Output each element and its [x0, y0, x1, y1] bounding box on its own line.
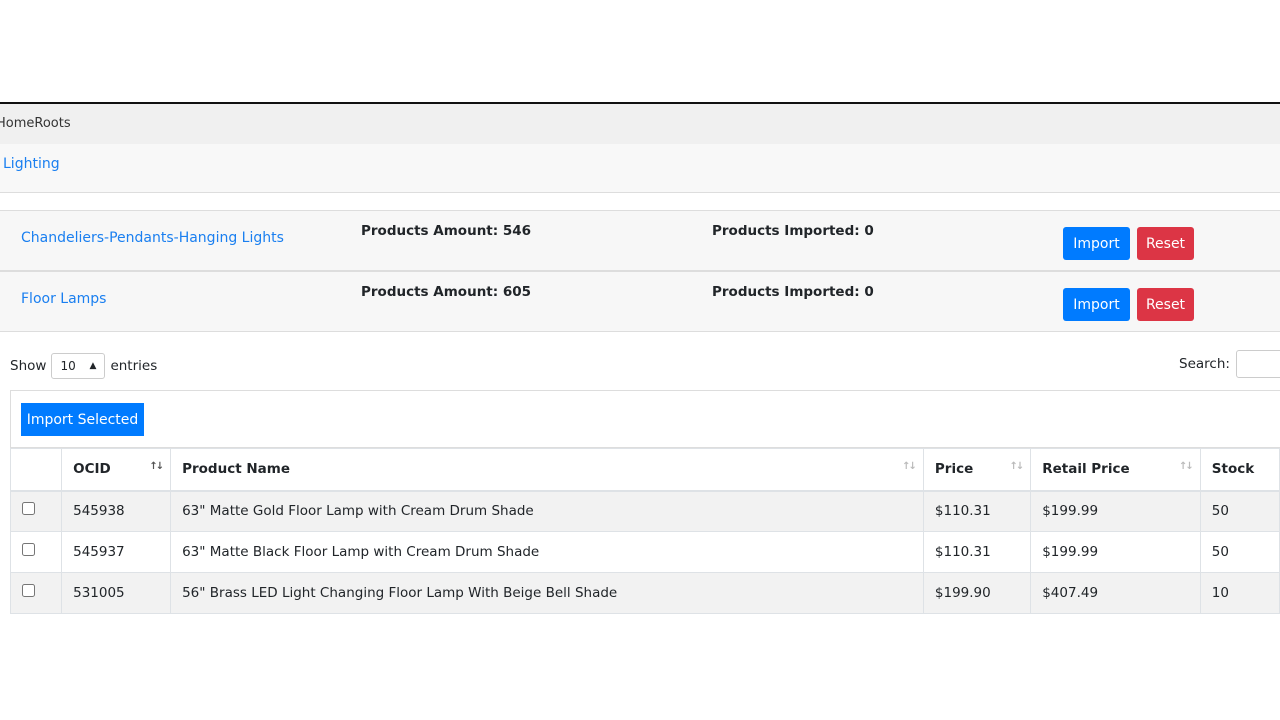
row-checkbox-cell: [9, 531, 63, 573]
select-column-header: [9, 448, 63, 492]
column-header-ocid[interactable]: OCID ↑↓: [61, 448, 172, 492]
row-checkbox[interactable]: [22, 584, 35, 597]
import-button[interactable]: Import: [1063, 227, 1130, 260]
brand-name: HomeRoots: [0, 116, 71, 131]
entries-value: 10: [60, 359, 76, 373]
subcategory-link[interactable]: Chandeliers-Pendants-Hanging Lights: [21, 230, 284, 246]
row-checkbox-cell: [9, 572, 63, 614]
column-header-product-name[interactable]: Product Name ↑↓: [170, 448, 924, 492]
column-header-retail-price[interactable]: Retail Price ↑↓: [1030, 448, 1201, 492]
entries-select[interactable]: 10 ▲: [51, 353, 106, 379]
cell-stock: 50: [1199, 490, 1280, 532]
sort-icon: ↑↓: [1009, 461, 1024, 472]
sort-icon: ↑↓: [149, 461, 164, 472]
cell-ocid: 545938: [61, 490, 172, 532]
cell-retail: $407.49: [1030, 572, 1201, 614]
reset-button[interactable]: Reset: [1137, 227, 1194, 260]
products-table: OCID ↑↓ Product Name ↑↓ Price ↑↓ Retail Pri…: [9, 448, 1280, 614]
row-checkbox-cell: [9, 490, 63, 532]
sort-icon: ↑↓: [902, 461, 917, 472]
reset-button[interactable]: Reset: [1137, 288, 1194, 321]
cell-price: $110.31: [922, 531, 1032, 573]
cell-stock: 10: [1199, 572, 1280, 614]
cell-name: 63" Matte Black Floor Lamp with Cream Dr…: [170, 531, 924, 573]
import-selected-button[interactable]: Import Selected: [21, 403, 144, 436]
search-control: Search:: [1179, 350, 1280, 378]
subcategory-row: Chandeliers-Pendants-Hanging Lights Prod…: [0, 210, 1280, 271]
row-checkbox[interactable]: [22, 543, 35, 556]
subcategory-row: Floor Lamps Products Amount: 605 Product…: [0, 271, 1280, 332]
cell-retail: $199.99: [1030, 490, 1201, 532]
bulk-actions: [10, 390, 1280, 448]
subcategory-link[interactable]: Floor Lamps: [21, 291, 106, 307]
products-imported: Products Imported: 0: [712, 284, 874, 300]
brand-bar: HomeRoots: [0, 104, 1280, 144]
products-imported: Products Imported: 0: [712, 223, 874, 239]
category-bar: Lighting: [0, 144, 1280, 193]
cell-ocid: 531005: [61, 572, 172, 614]
select-arrows-icon: ▲: [89, 361, 97, 371]
entries-control: Show 10 ▲ entries: [10, 353, 157, 379]
cell-price: $110.31: [922, 490, 1032, 532]
cell-name: 63" Matte Gold Floor Lamp with Cream Dru…: [170, 490, 924, 532]
column-header-price[interactable]: Price ↑↓: [922, 448, 1032, 492]
search-label: Search:: [1179, 356, 1230, 372]
cell-retail: $199.99: [1030, 531, 1201, 573]
column-header-stock[interactable]: Stock: [1199, 448, 1280, 492]
category-link[interactable]: Lighting: [3, 156, 60, 172]
cell-ocid: 545937: [61, 531, 172, 573]
import-button[interactable]: Import: [1063, 288, 1130, 321]
cell-stock: 50: [1199, 531, 1280, 573]
show-label: Show: [10, 358, 47, 374]
entries-label: entries: [110, 358, 158, 374]
table-row: 545938 63" Matte Gold Floor Lamp with Cre…: [9, 490, 1280, 532]
table-row: 531005 56" Brass LED Light Changing Floor…: [9, 572, 1280, 614]
page-bottom: [0, 617, 1280, 720]
table-row: 545937 63" Matte Black Floor Lamp with Cr…: [9, 531, 1280, 573]
sort-icon: ↑↓: [1179, 461, 1194, 472]
products-amount: Products Amount: 605: [361, 284, 532, 300]
row-checkbox[interactable]: [22, 502, 35, 516]
cell-price: $199.90: [922, 572, 1032, 614]
cell-name: 56" Brass LED Light Changing Floor Lamp …: [170, 572, 924, 614]
products-amount: Products Amount: 546: [361, 223, 532, 239]
search-input[interactable]: [1235, 350, 1280, 378]
